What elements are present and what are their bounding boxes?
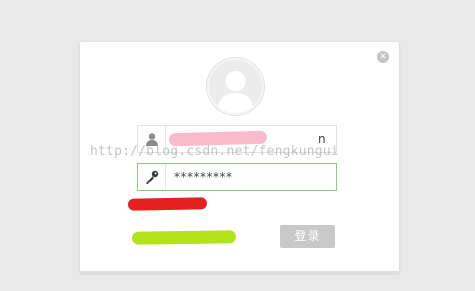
user-avatar-icon	[207, 58, 264, 115]
redaction-mark	[131, 230, 237, 245]
login-button[interactable]: 登录	[280, 225, 335, 248]
password-value: *********	[174, 170, 233, 184]
password-field[interactable]: *********	[137, 163, 337, 191]
close-icon[interactable]: ✕	[377, 51, 389, 63]
key-icon	[138, 164, 166, 190]
dialog-footer-shadow	[80, 271, 399, 275]
watermark: http://blog.csdn.net/fengkungui	[90, 144, 339, 159]
redaction-mark	[127, 197, 208, 211]
